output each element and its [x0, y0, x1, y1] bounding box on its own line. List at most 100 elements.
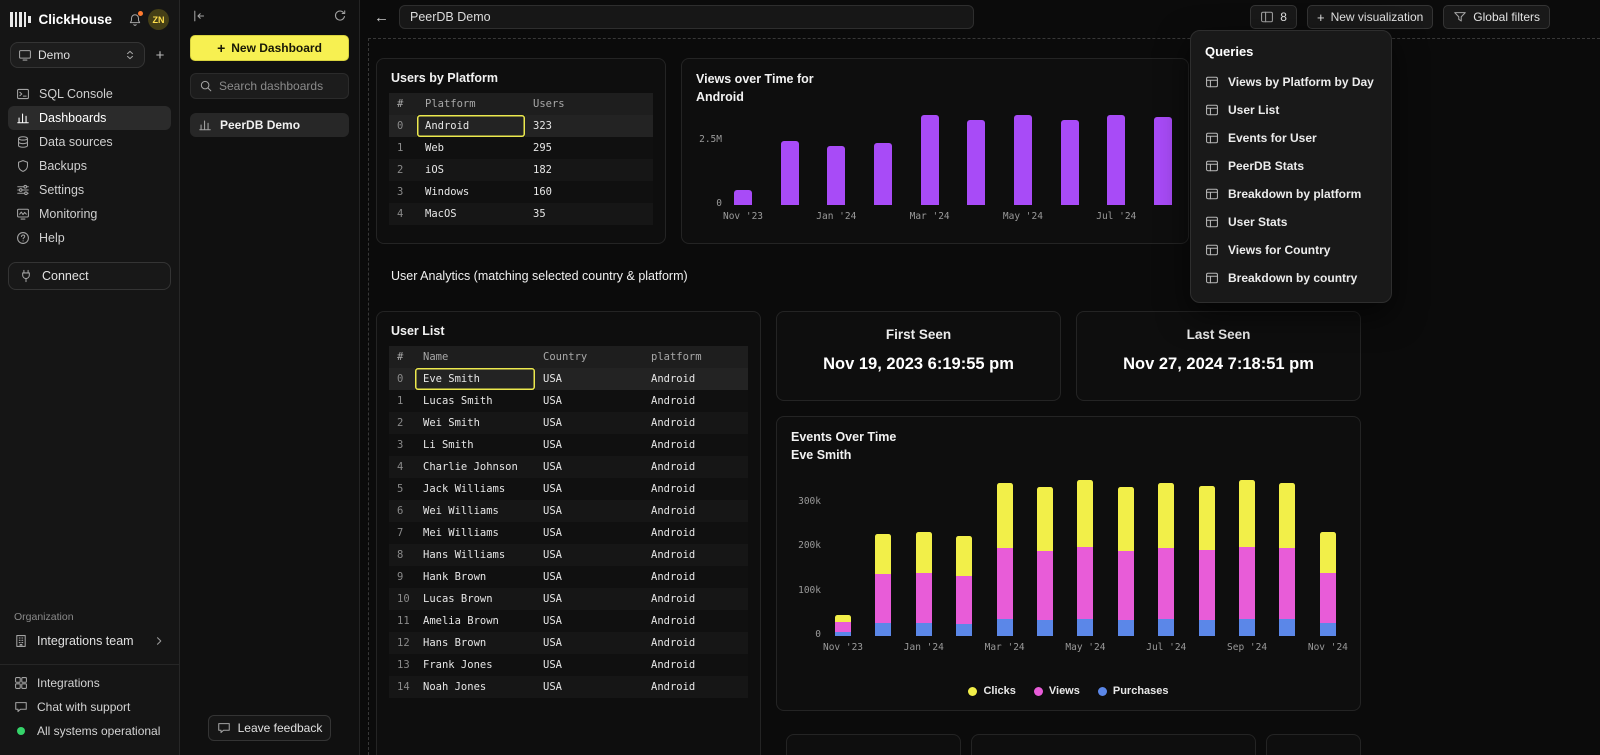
sidebar-item-integrations[interactable]: Integrations [0, 671, 179, 695]
table-row[interactable]: 14Noah JonesUSAAndroid [389, 676, 748, 698]
x-tick-label: Mar '24 [985, 642, 1025, 653]
sidebar-item-sql-console[interactable]: SQL Console [8, 82, 171, 106]
y-tick-label: 100k [798, 585, 821, 596]
table-row[interactable]: 6Wei WilliamsUSAAndroid [389, 500, 748, 522]
visualizations-count-button[interactable]: 8 [1250, 5, 1297, 29]
table-row[interactable]: 11Amelia BrownUSAAndroid [389, 610, 748, 632]
table-row[interactable]: 1Web295 [389, 137, 653, 159]
app-sidebar: ClickHouse ZN Demo + SQL ConsoleDashboar… [0, 0, 180, 755]
avatar[interactable]: ZN [148, 9, 169, 30]
dashboard-item-peerdb-demo[interactable]: PeerDB Demo [190, 113, 349, 137]
bar-column [1199, 476, 1215, 636]
sidebar-item-settings[interactable]: Settings [8, 178, 171, 202]
refresh-button[interactable] [333, 9, 347, 23]
table-row[interactable]: 12Hans BrownUSAAndroid [389, 632, 748, 654]
bar [921, 115, 939, 205]
partial-card [786, 734, 961, 755]
terminal-icon [16, 87, 30, 101]
plus-icon: + [217, 40, 225, 56]
bar [734, 190, 752, 205]
x-tick-label: Jan '24 [816, 211, 856, 222]
new-dashboard-button[interactable]: + New Dashboard [190, 35, 349, 61]
column-header: Country [535, 346, 643, 368]
query-item-views-for-country[interactable]: Views for Country [1191, 236, 1391, 264]
dashboard-title-input[interactable] [399, 5, 974, 29]
bar-column: Nov '23 [734, 102, 752, 205]
table-row[interactable]: 4Charlie JohnsonUSAAndroid [389, 456, 748, 478]
divider [0, 664, 179, 665]
table-row[interactable]: 7Mei WilliamsUSAAndroid [389, 522, 748, 544]
table-row[interactable]: 8Hans WilliamsUSAAndroid [389, 544, 748, 566]
bar [1154, 117, 1172, 205]
table-row[interactable]: 3Li SmithUSAAndroid [389, 434, 748, 456]
back-button[interactable]: ← [374, 9, 389, 26]
bar-column [956, 476, 972, 636]
query-item-user-list[interactable]: User List [1191, 96, 1391, 124]
x-tick-label: Nov '23 [723, 211, 763, 222]
table-row[interactable]: 10Lucas BrownUSAAndroid [389, 588, 748, 610]
sidebar-item-data-sources[interactable]: Data sources [8, 130, 171, 154]
query-item-events-for-user[interactable]: Events for User [1191, 124, 1391, 152]
add-service-button[interactable]: + [151, 47, 169, 64]
new-visualization-button[interactable]: + New visualization [1307, 5, 1433, 29]
query-item-user-stats[interactable]: User Stats [1191, 208, 1391, 236]
bar-segment-views [1199, 550, 1215, 620]
table-row[interactable]: 4MacOS35 [389, 203, 653, 225]
sidebar-item-dashboards[interactable]: Dashboards [8, 106, 171, 130]
sliders-icon [16, 183, 30, 197]
global-filters-button[interactable]: Global filters [1443, 5, 1550, 29]
table-row[interactable]: 13Frank JonesUSAAndroid [389, 654, 748, 676]
table-row[interactable]: 9Hank BrownUSAAndroid [389, 566, 748, 588]
notifications-button[interactable] [128, 13, 142, 27]
query-item-breakdown-by-country[interactable]: Breakdown by country [1191, 264, 1391, 292]
bar-segment-clicks [1239, 480, 1255, 547]
table-row[interactable]: 1Lucas SmithUSAAndroid [389, 390, 748, 412]
building-icon [14, 634, 28, 648]
query-item-label: Views by Platform by Day [1228, 75, 1374, 89]
sidebar-item-help[interactable]: Help [8, 226, 171, 250]
leave-feedback-button[interactable]: Leave feedback [208, 715, 331, 741]
workspace-select[interactable]: Demo [10, 42, 145, 68]
sidebar-item-label: All systems operational [37, 724, 160, 738]
bar-column: Nov '24 [1320, 476, 1336, 636]
column-header: # [389, 93, 417, 115]
table-row[interactable]: 2iOS182 [389, 159, 653, 181]
dashboard-search[interactable] [190, 73, 349, 99]
y-tick-label: 2.5M [699, 134, 722, 145]
table-row[interactable]: 0Android323 [389, 115, 653, 137]
query-icon [1205, 243, 1219, 257]
query-item-views-by-platform-by-day[interactable]: Views by Platform by Day [1191, 68, 1391, 96]
events-over-time-card: Events Over Time Eve Smith 0100k200k300k… [776, 416, 1361, 711]
table-row[interactable]: 3Windows160 [389, 181, 653, 203]
organization-label: Organization [14, 611, 165, 623]
bar-column [967, 102, 985, 205]
table-row[interactable]: 2Wei SmithUSAAndroid [389, 412, 748, 434]
card-title: Users by Platform [377, 59, 665, 93]
query-icon [1205, 103, 1219, 117]
monitor-icon [16, 207, 30, 221]
bar-segment-clicks [1037, 487, 1053, 551]
sidebar-item-monitoring[interactable]: Monitoring [8, 202, 171, 226]
collapse-panel-button[interactable] [192, 9, 206, 23]
bar [1061, 120, 1079, 205]
query-item-peerdb-stats[interactable]: PeerDB Stats [1191, 152, 1391, 180]
sidebar-item-chat-with-support[interactable]: Chat with support [0, 695, 179, 719]
bar [874, 143, 892, 205]
connect-button[interactable]: Connect [8, 262, 171, 290]
table-row[interactable]: 0Eve SmithUSAAndroid [389, 368, 748, 390]
org-team-row[interactable]: Integrations team [8, 628, 171, 654]
table-row[interactable]: 5Jack WilliamsUSAAndroid [389, 478, 748, 500]
query-item-breakdown-by-platform[interactable]: Breakdown by platform [1191, 180, 1391, 208]
help-icon [16, 231, 30, 245]
global-filters-label: Global filters [1473, 10, 1540, 24]
bar-column: Jan '24 [827, 102, 845, 205]
views-over-time-card: Views over Time for Android 02.5M Nov '2… [681, 58, 1189, 244]
search-dashboards-input[interactable] [219, 79, 340, 93]
sidebar-item-backups[interactable]: Backups [8, 154, 171, 178]
x-tick-label: Jan '24 [904, 642, 944, 653]
analytics-note: User Analytics (matching selected countr… [391, 269, 688, 283]
sidebar-item-all-systems-operational[interactable]: All systems operational [0, 719, 179, 743]
queries-menu-title: Queries [1191, 41, 1391, 68]
bar-segment-views [1239, 547, 1255, 619]
last-seen-card: Last Seen Nov 27, 2024 7:18:51 pm [1076, 311, 1361, 401]
